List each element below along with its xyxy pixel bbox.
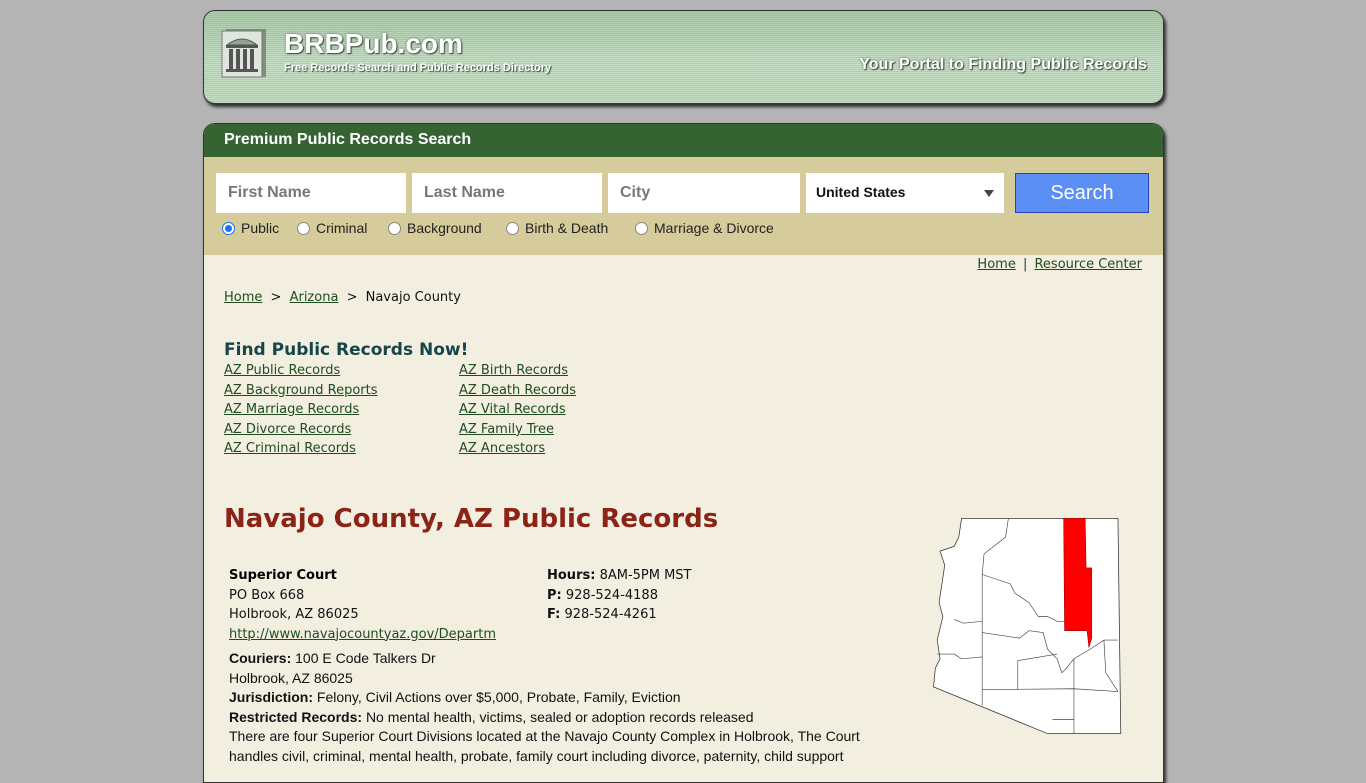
country-selected-value: United States [816,184,906,200]
site-header: BRBPub.com Free Records Search and Publi… [203,10,1164,104]
hours-value: 8AM-5PM MST [599,568,692,583]
radio-checked-icon[interactable] [222,221,235,235]
quick-link[interactable]: AZ Family Tree [459,422,554,437]
courthouse-icon[interactable] [220,27,268,79]
quick-links-left: AZ Public Records AZ Background Reports … [224,363,454,461]
quick-link[interactable]: AZ Divorce Records [224,422,351,437]
court-name: Superior Court [229,568,337,583]
county-title: Navajo County, AZ Public Records [224,504,719,534]
quick-link[interactable]: AZ Criminal Records [224,441,356,456]
quick-link[interactable]: AZ Ancestors [459,441,545,456]
home-link[interactable]: Home [977,257,1015,272]
radio-unchecked-icon[interactable] [635,221,648,235]
quick-link[interactable]: AZ Marriage Records [224,402,359,417]
quick-link[interactable]: AZ Vital Records [459,402,566,417]
breadcrumb-current: Navajo County [365,290,461,305]
jurisdiction-value: Felony, Civil Actions over $5,000, Proba… [316,689,681,705]
city-input[interactable] [608,173,800,213]
radio-unchecked-icon[interactable] [297,221,310,235]
main-content: Premium Public Records Search United Sta… [203,123,1164,783]
hours-label: Hours: [547,568,596,583]
phone-value: 928-524-4188 [565,587,658,603]
address-line: Holbrook, AZ 86025 [229,607,359,622]
phone-label: P: [547,587,562,603]
quick-link[interactable]: AZ Background Reports [224,383,378,398]
first-name-input[interactable] [216,173,406,213]
court-contact: Hours: 8AM-5PM MST P: 928-524-4188 F: 92… [547,566,692,625]
court-website-link[interactable]: http://www.navajocountyaz.gov/Departm [229,627,496,642]
chevron-down-icon [984,190,994,197]
resource-center-link[interactable]: Resource Center [1034,257,1142,272]
link-separator: | [1022,257,1028,272]
quick-link[interactable]: AZ Birth Records [459,363,568,378]
couriers-city: Holbrook, AZ 86025 [229,669,353,686]
breadcrumb: Home > Arizona > Navajo County [224,290,461,305]
quick-link[interactable]: AZ Public Records [224,363,340,378]
radio-marriage-divorce[interactable]: Marriage & Divorce [635,220,774,236]
search-button[interactable]: Search [1015,173,1149,213]
search-panel: United States Search Public Criminal Bac… [204,157,1163,255]
site-slogan: Your Portal to Finding Public Records [859,56,1147,73]
restricted-value: No mental health, victims, sealed or ado… [365,708,754,725]
quick-link[interactable]: AZ Death Records [459,383,576,398]
court-details: Couriers: 100 E Code Talkers Dr Holbrook… [229,649,909,766]
radio-label: Background [407,220,482,236]
radio-birth-death[interactable]: Birth & Death [506,220,608,236]
breadcrumb-arizona[interactable]: Arizona [290,290,339,305]
breadcrumb-separator: > [346,290,358,305]
court-description: There are four Superior Court Divisions … [229,728,860,764]
radio-label: Public [241,220,280,236]
radio-background[interactable]: Background [388,220,482,236]
radio-unchecked-icon[interactable] [506,221,519,235]
last-name-input[interactable] [412,173,602,213]
find-records-title: Find Public Records Now! [224,340,469,360]
radio-label: Marriage & Divorce [654,220,774,236]
country-select[interactable]: United States [806,173,1004,213]
breadcrumb-separator: > [270,290,282,305]
radio-unchecked-icon[interactable] [388,221,401,235]
top-links: Home | Resource Center [977,257,1142,272]
restricted-label: Restricted Records: [229,708,363,725]
arizona-county-map [933,517,1122,735]
address-line: PO Box 668 [229,587,305,603]
couriers-value: 100 E Code Talkers Dr [295,650,436,666]
radio-label: Birth & Death [525,220,609,236]
court-address: Superior Court PO Box 668 Holbrook, AZ 8… [229,566,496,644]
search-title: Premium Public Records Search [204,124,1163,157]
radio-public[interactable]: Public [222,220,279,236]
quick-links-right: AZ Birth Records AZ Death Records AZ Vit… [459,363,689,461]
jurisdiction-label: Jurisdiction: [229,689,314,705]
fax-label: F: [547,607,561,622]
radio-label: Criminal [316,220,368,236]
site-tagline: Free Records Search and Public Records D… [284,62,552,74]
site-name[interactable]: BRBPub.com [284,28,463,60]
breadcrumb-home[interactable]: Home [224,290,262,305]
fax-value: 928-524-4261 [564,607,657,622]
couriers-label: Couriers: [229,650,292,666]
radio-criminal[interactable]: Criminal [297,220,367,236]
